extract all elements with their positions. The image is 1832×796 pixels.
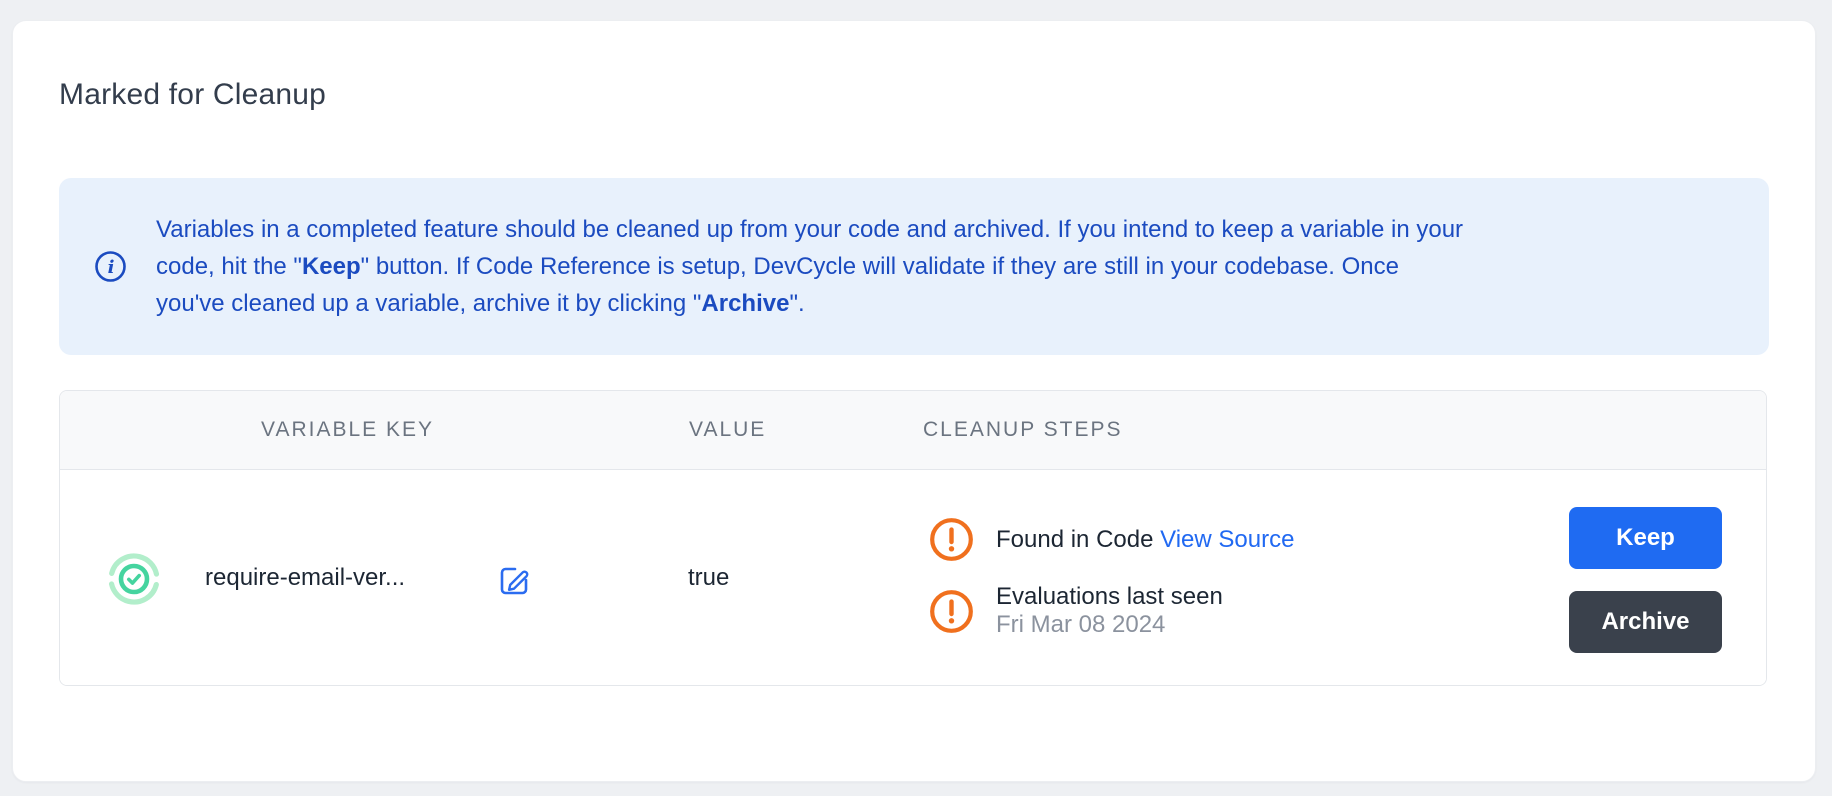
cleanup-step-label: Found in Code — [996, 526, 1153, 553]
view-source-link[interactable]: View Source — [1160, 526, 1294, 553]
cleanup-step-found-in-code: Found in Code View Source — [929, 517, 1294, 562]
table-row: require-email-ver... true Found in Code … — [60, 470, 1766, 686]
cleanup-step-evaluations: Evaluations last seen Fri Mar 08 2024 — [929, 583, 1294, 639]
variable-status-icon — [108, 553, 160, 605]
cleanup-variables-table: VARIABLE KEY VALUE CLEANUP STEPS require… — [59, 390, 1767, 686]
svg-text:i: i — [108, 257, 115, 278]
variable-key: require-email-ver... — [205, 564, 405, 592]
cleanup-steps-cell: Found in Code View Source Evaluations la… — [929, 517, 1294, 639]
column-header-variable-key: VARIABLE KEY — [261, 418, 434, 442]
archive-button[interactable]: Archive — [1569, 591, 1722, 653]
info-banner-text: Variables in a completed feature should … — [156, 211, 1463, 322]
cleanup-step-label: Evaluations last seen — [996, 583, 1223, 611]
marked-for-cleanup-card: Marked for Cleanup i Variables in a comp… — [12, 20, 1816, 782]
edit-icon[interactable] — [497, 563, 531, 597]
info-banner: i Variables in a completed feature shoul… — [59, 178, 1769, 355]
evaluations-last-seen-date: Fri Mar 08 2024 — [996, 611, 1223, 639]
table-header-row: VARIABLE KEY VALUE CLEANUP STEPS — [60, 391, 1766, 470]
info-icon: i — [94, 250, 127, 283]
variable-value: true — [688, 564, 729, 592]
column-header-value: VALUE — [689, 418, 766, 442]
page-title: Marked for Cleanup — [59, 77, 326, 113]
keep-button[interactable]: Keep — [1569, 507, 1722, 569]
warning-icon — [929, 589, 974, 634]
warning-icon — [929, 517, 974, 562]
column-header-cleanup-steps: CLEANUP STEPS — [923, 418, 1123, 442]
